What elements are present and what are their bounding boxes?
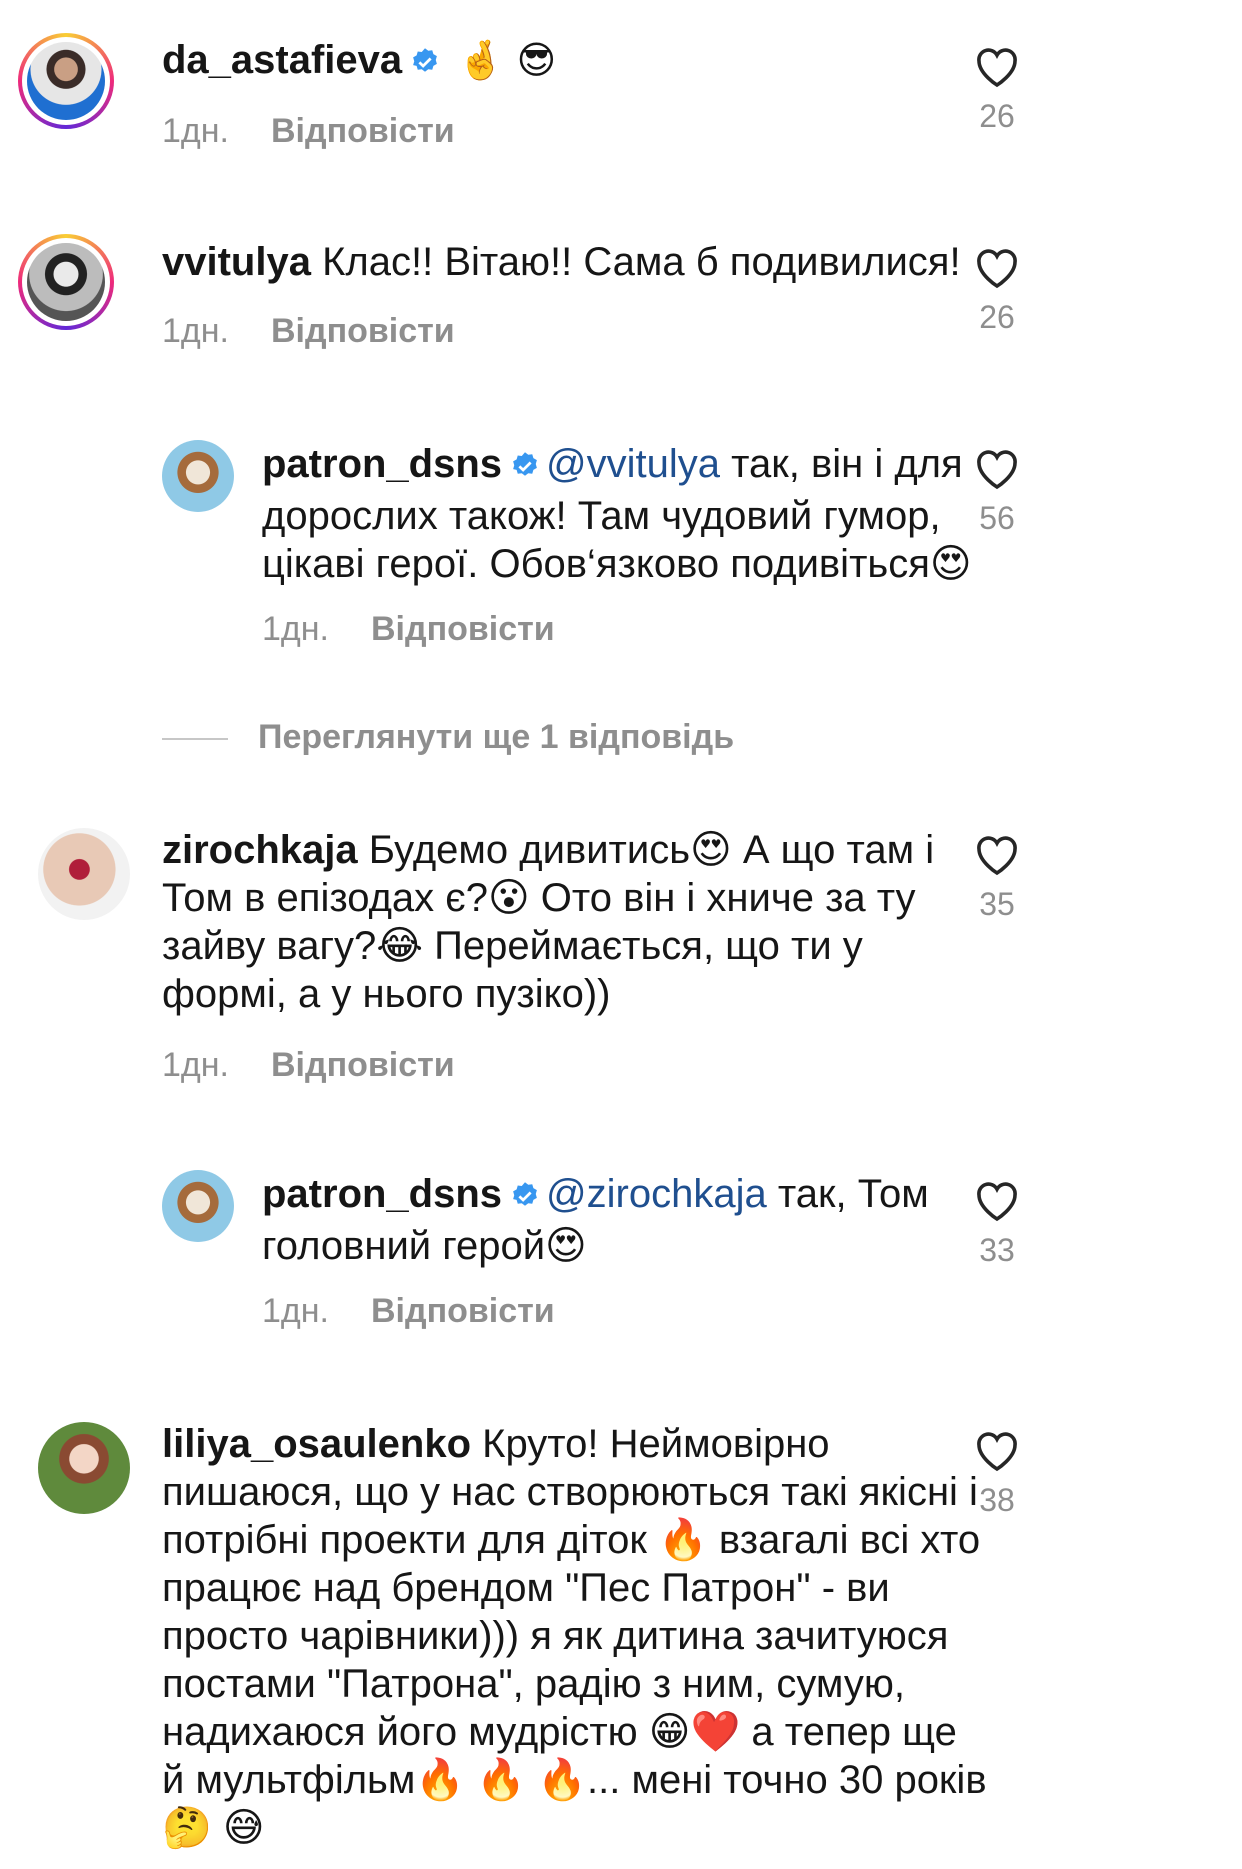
heart-icon[interactable]: [972, 1428, 1022, 1472]
avatar[interactable]: [38, 1422, 130, 1514]
heart-icon[interactable]: [972, 832, 1022, 876]
avatar[interactable]: [162, 440, 234, 512]
timestamp: 1дн.: [162, 112, 229, 150]
avatar[interactable]: [27, 243, 105, 321]
username[interactable]: vvitulya: [162, 240, 311, 284]
mention-link[interactable]: @zirochkaja: [546, 1172, 767, 1216]
comment-text-line: Том в епізодах є?😮 Ото він і хниче за ту: [162, 876, 916, 920]
comment-text: Клас!! Вітаю!! Сама б подивилися!: [322, 240, 961, 284]
timestamp: 1дн.: [162, 312, 229, 350]
like-button[interactable]: 33: [962, 1178, 1032, 1269]
like-button[interactable]: 35: [962, 832, 1032, 923]
username[interactable]: liliya_osaulenko: [162, 1422, 471, 1466]
avatar[interactable]: [27, 42, 105, 120]
story-ring[interactable]: [18, 33, 114, 129]
avatar[interactable]: [162, 1170, 234, 1242]
comment-text-line: надихаюся його мудрістю 😁❤️ а тепер ще: [162, 1710, 957, 1754]
comment-text-line: формі, а у нього пузіко)): [162, 972, 611, 1016]
reply-button[interactable]: Відповісти: [371, 610, 555, 648]
comment-text-line: 🤔 😅: [162, 1806, 265, 1850]
comment-text-line: цікаві герої. Обов‘язково подивіться😍: [262, 542, 972, 586]
reply-button[interactable]: Відповісти: [271, 312, 455, 350]
like-button[interactable]: 26: [962, 245, 1032, 336]
username[interactable]: patron_dsns: [262, 1172, 502, 1216]
like-count: 35: [979, 886, 1015, 922]
view-more-replies[interactable]: Переглянути ще 1 відповідь: [162, 718, 734, 757]
like-button[interactable]: 26: [962, 44, 1032, 135]
reply-button[interactable]: Відповісти: [371, 1292, 555, 1330]
comment-text-line: просто чарівники))) я як дитина зачитуюс…: [162, 1614, 949, 1658]
like-count: 26: [979, 98, 1015, 134]
comment-text-line: пишаюся, що у нас створюються такі якісн…: [162, 1470, 978, 1514]
heart-icon[interactable]: [972, 446, 1022, 490]
avatar[interactable]: [38, 828, 130, 920]
timestamp: 1дн.: [162, 1046, 229, 1084]
comment-text-line: Круто! Неймовірно: [482, 1422, 830, 1466]
reply-button[interactable]: Відповісти: [271, 112, 455, 150]
like-button[interactable]: 56: [962, 446, 1032, 537]
comment-text-line: головний герой😍: [262, 1224, 587, 1268]
username[interactable]: patron_dsns: [262, 442, 502, 486]
comment-text-line: постами "Патрона", радію з ним, сумую,: [162, 1662, 905, 1706]
username[interactable]: da_astafieva: [162, 38, 402, 82]
comment-emoji: 🤞 😎: [457, 38, 557, 82]
verified-badge-icon: [510, 1174, 540, 1222]
like-count: 56: [979, 500, 1015, 536]
like-button[interactable]: 38: [962, 1428, 1032, 1519]
verified-badge-icon: [410, 40, 440, 88]
comment-text-line: потрібні проекти для діток 🔥 взагалі всі…: [162, 1518, 981, 1562]
like-count: 38: [979, 1482, 1015, 1518]
comment-text-line: й мультфільм🔥 🔥 🔥... мені точно 30 років: [162, 1758, 987, 1802]
comment-text-line: так, він і для: [731, 442, 963, 486]
timestamp: 1дн.: [262, 1292, 329, 1330]
comment-text-line: зайву вагу?😂 Переймається, що ти у: [162, 924, 863, 968]
comment-text-line: так, Том: [777, 1172, 929, 1216]
verified-badge-icon: [510, 444, 540, 492]
username[interactable]: zirochkaja: [162, 828, 358, 872]
heart-icon[interactable]: [972, 245, 1022, 289]
story-ring[interactable]: [18, 234, 114, 330]
divider-line: [162, 738, 228, 741]
comment-text-line: Будемо дивитись😍 А що там і: [368, 828, 935, 872]
heart-icon[interactable]: [972, 44, 1022, 88]
heart-icon[interactable]: [972, 1178, 1022, 1222]
like-count: 33: [979, 1232, 1015, 1268]
view-more-label[interactable]: Переглянути ще 1 відповідь: [258, 718, 734, 756]
timestamp: 1дн.: [262, 610, 329, 648]
comment-text-line: дорослих також! Там чудовий гумор,: [262, 494, 941, 538]
reply-button[interactable]: Відповісти: [271, 1046, 455, 1084]
like-count: 26: [979, 299, 1015, 335]
comment-text-line: працює над брендом "Пес Патрон" - ви: [162, 1566, 890, 1610]
mention-link[interactable]: @vvitulya: [546, 442, 720, 486]
